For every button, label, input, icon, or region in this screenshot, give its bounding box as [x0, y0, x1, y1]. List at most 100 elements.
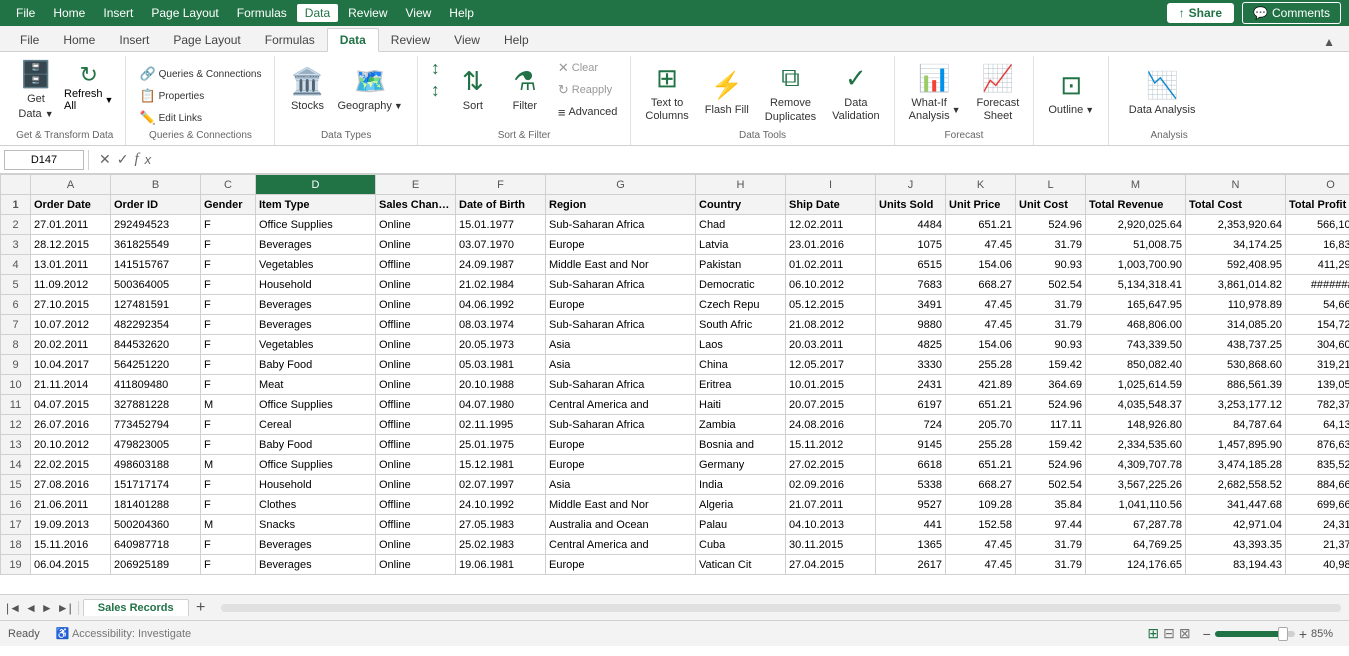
cell[interactable]: Eritrea: [696, 375, 786, 395]
cell[interactable]: 3,861,014.82: [1186, 275, 1286, 295]
cell[interactable]: Online: [376, 335, 456, 355]
sheet-last-button[interactable]: ►|: [57, 601, 72, 615]
what-if-analysis-button[interactable]: 📊 What-IfAnalysis ▼: [903, 60, 967, 126]
remove-duplicates-button[interactable]: ⧉ RemoveDuplicates: [759, 60, 822, 126]
col-header-n[interactable]: N: [1186, 175, 1286, 195]
cell[interactable]: 27.08.2016: [31, 475, 111, 495]
cell[interactable]: 64,769.25: [1086, 535, 1186, 555]
col-header-e[interactable]: E: [376, 175, 456, 195]
add-sheet-button[interactable]: +: [189, 598, 213, 618]
cell[interactable]: 27.02.2015: [786, 455, 876, 475]
cell[interactable]: Beverages: [256, 535, 376, 555]
cell[interactable]: 206925189: [111, 555, 201, 575]
cell[interactable]: 1,025,614.59: [1086, 375, 1186, 395]
cell[interactable]: 524.96: [1016, 215, 1086, 235]
menu-insert[interactable]: Insert: [95, 4, 141, 22]
cell[interactable]: Offline: [376, 495, 456, 515]
cell[interactable]: 35.84: [1016, 495, 1086, 515]
row-number-cell[interactable]: 13: [1, 435, 31, 455]
row-number-cell[interactable]: 6: [1, 295, 31, 315]
col-header-b[interactable]: B: [111, 175, 201, 195]
formula-input[interactable]: [161, 154, 1345, 166]
cell[interactable]: Vegetables: [256, 335, 376, 355]
row-number-cell[interactable]: 7: [1, 315, 31, 335]
reapply-button[interactable]: ↻ Reapply: [553, 80, 623, 100]
cell[interactable]: Europe: [546, 555, 696, 575]
cell[interactable]: 19.06.1981: [456, 555, 546, 575]
cell[interactable]: 08.03.1974: [456, 315, 546, 335]
cell[interactable]: Europe: [546, 295, 696, 315]
cell[interactable]: 02.09.2016: [786, 475, 876, 495]
cell[interactable]: 27.04.2015: [786, 555, 876, 575]
cell[interactable]: 24.08.2016: [786, 415, 876, 435]
cell[interactable]: Vatican Cit: [696, 555, 786, 575]
cell[interactable]: 3,567,225.26: [1086, 475, 1186, 495]
cell[interactable]: 319,213.80: [1286, 355, 1349, 375]
row-number-cell[interactable]: 5: [1, 275, 31, 295]
cell[interactable]: Pakistan: [696, 255, 786, 275]
tab-home[interactable]: Home: [51, 29, 107, 51]
cell[interactable]: Latvia: [696, 235, 786, 255]
cell[interactable]: F: [201, 495, 256, 515]
cell[interactable]: Total Revenue: [1086, 195, 1186, 215]
cell[interactable]: 876,639.70: [1286, 435, 1349, 455]
cell[interactable]: 566,105.00: [1286, 215, 1349, 235]
cell[interactable]: India: [696, 475, 786, 495]
properties-button[interactable]: 📋 Properties: [134, 86, 266, 106]
cell[interactable]: Online: [376, 295, 456, 315]
cell[interactable]: F: [201, 355, 256, 375]
col-header-c[interactable]: C: [201, 175, 256, 195]
cell[interactable]: 154.06: [946, 255, 1016, 275]
cell[interactable]: 04.07.2015: [31, 395, 111, 415]
cell[interactable]: 141515767: [111, 255, 201, 275]
tab-formulas[interactable]: Formulas: [253, 29, 327, 51]
cell[interactable]: 411,291.95: [1286, 255, 1349, 275]
cell[interactable]: 441: [876, 515, 946, 535]
cell[interactable]: 24,316.74: [1286, 515, 1349, 535]
menu-home[interactable]: Home: [45, 4, 93, 22]
cell[interactable]: Online: [376, 355, 456, 375]
filter-button[interactable]: ⚗ Filter: [501, 56, 549, 122]
cell[interactable]: 148,926.80: [1086, 415, 1186, 435]
cell[interactable]: Offline: [376, 435, 456, 455]
cell[interactable]: 314,085.20: [1186, 315, 1286, 335]
cell[interactable]: Units Sold: [876, 195, 946, 215]
row-number-cell[interactable]: 1: [1, 195, 31, 215]
cell[interactable]: 51,008.75: [1086, 235, 1186, 255]
cell[interactable]: Online: [376, 235, 456, 255]
cell[interactable]: 640987718: [111, 535, 201, 555]
share-button[interactable]: ↑ Share: [1167, 3, 1234, 23]
cell[interactable]: Beverages: [256, 555, 376, 575]
zoom-out-button[interactable]: −: [1203, 626, 1211, 642]
row-number-cell[interactable]: 16: [1, 495, 31, 515]
cell[interactable]: 43,393.35: [1186, 535, 1286, 555]
cell[interactable]: F: [201, 435, 256, 455]
cell[interactable]: 05.03.1981: [456, 355, 546, 375]
cell[interactable]: Asia: [546, 355, 696, 375]
refresh-all-button[interactable]: ↻ RefreshAll ▼: [60, 60, 117, 114]
cell[interactable]: Sub-Saharan Africa: [546, 315, 696, 335]
cell[interactable]: Clothes: [256, 495, 376, 515]
name-box[interactable]: D147: [4, 150, 84, 170]
sort-za-button[interactable]: ↕: [426, 80, 445, 100]
cell[interactable]: 21,375.90: [1286, 535, 1349, 555]
col-header-h[interactable]: H: [696, 175, 786, 195]
cell[interactable]: Haiti: [696, 395, 786, 415]
cell[interactable]: F: [201, 275, 256, 295]
cell[interactable]: Sub-Saharan Africa: [546, 215, 696, 235]
cell[interactable]: 361825549: [111, 235, 201, 255]
cell[interactable]: 11.09.2012: [31, 275, 111, 295]
cell[interactable]: 886,561.39: [1186, 375, 1286, 395]
cell[interactable]: 83,194.43: [1186, 555, 1286, 575]
cell[interactable]: 255.28: [946, 355, 1016, 375]
cell[interactable]: 47.45: [946, 315, 1016, 335]
cell[interactable]: Democratic: [696, 275, 786, 295]
cell[interactable]: Snacks: [256, 515, 376, 535]
tab-review[interactable]: Review: [379, 29, 442, 51]
cell[interactable]: 651.21: [946, 395, 1016, 415]
row-number-cell[interactable]: 17: [1, 515, 31, 535]
normal-view-button[interactable]: ⊞: [1147, 625, 1159, 642]
cell[interactable]: 06.04.2015: [31, 555, 111, 575]
cell[interactable]: F: [201, 235, 256, 255]
cell[interactable]: 154,720.80: [1286, 315, 1349, 335]
